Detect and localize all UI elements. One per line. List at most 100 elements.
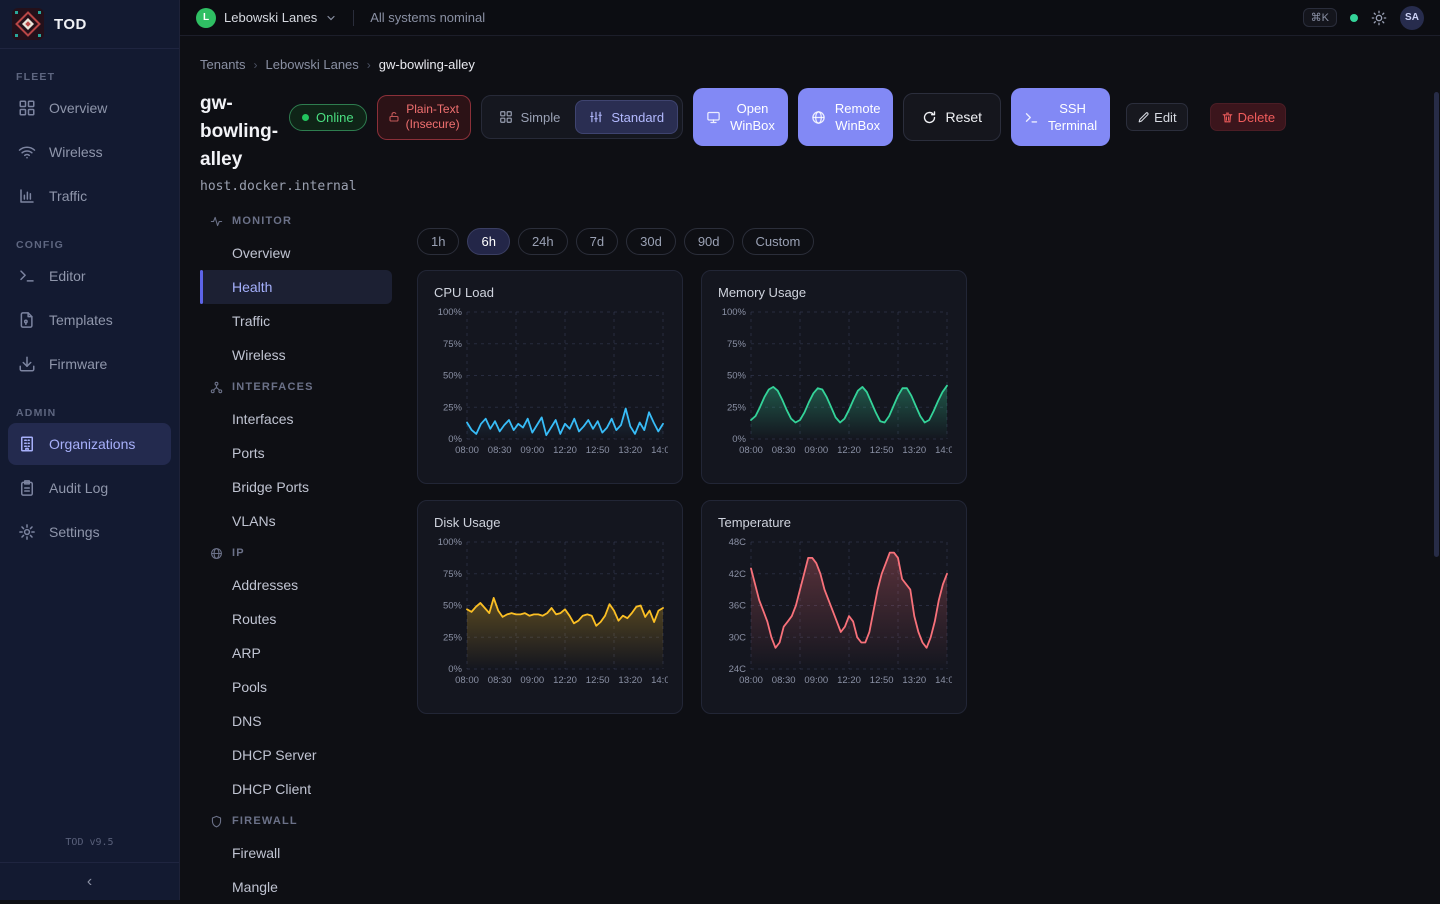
svg-text:14:00: 14:00 [935, 675, 952, 686]
sidebar-item-overview[interactable]: Overview [8, 87, 171, 129]
subnav-item-wireless[interactable]: Wireless [200, 338, 392, 372]
open-winbox-label-2: WinBox [730, 118, 775, 133]
sidebar-item-audit-log[interactable]: Audit Log [8, 467, 171, 509]
sidebar-section-config: CONFIG [0, 239, 179, 251]
time-range-90d[interactable]: 90d [684, 228, 734, 255]
view-mode-simple[interactable]: Simple [486, 100, 574, 134]
subnav-item-vlans[interactable]: VLANs [200, 504, 392, 538]
memory-usage-chart: 0%25%50%75%100%08:0008:3009:0012:2012:50… [718, 305, 952, 463]
subnav-item-ports[interactable]: Ports [200, 436, 392, 470]
logo-row: TOD [0, 0, 179, 49]
sidebar-item-editor[interactable]: Editor [8, 255, 171, 297]
svg-text:75%: 75% [443, 569, 463, 580]
sidebar-item-settings[interactable]: Settings [8, 511, 171, 553]
tenant-selector[interactable]: L Lebowski Lanes [196, 8, 337, 28]
time-range-selector: 1h 6h 24h 7d 30d 90d Custom [417, 228, 814, 255]
subnav-item-traffic[interactable]: Traffic [200, 304, 392, 338]
user-avatar[interactable]: SA [1400, 6, 1424, 30]
sidebar-item-label: Wireless [49, 144, 103, 160]
nodes-icon [210, 381, 223, 394]
subnav-item-bridge-ports[interactable]: Bridge Ports [200, 470, 392, 504]
delete-button[interactable]: Delete [1210, 103, 1287, 131]
time-range-6h[interactable]: 6h [467, 228, 509, 255]
subnav-item-dhcp-server[interactable]: DHCP Server [200, 738, 392, 772]
time-range-7d[interactable]: 7d [576, 228, 618, 255]
subnav-item-dns[interactable]: DNS [200, 704, 392, 738]
subnav-section-ip: IP [200, 538, 392, 568]
tenant-name: Lebowski Lanes [224, 10, 317, 25]
svg-text:12:20: 12:20 [553, 445, 577, 456]
breadcrumb: Tenants › Lebowski Lanes › gw-bowling-al… [200, 57, 475, 72]
svg-text:08:00: 08:00 [455, 445, 479, 456]
app-name: TOD [54, 16, 87, 33]
subnav-item-health[interactable]: Health [200, 270, 392, 304]
view-mode-standard[interactable]: Standard [575, 100, 678, 134]
refresh-icon [922, 110, 937, 125]
subnav-item-dhcp-client[interactable]: DHCP Client [200, 772, 392, 806]
subnav-item-mangle[interactable]: Mangle [200, 870, 392, 904]
svg-text:14:00: 14:00 [651, 445, 668, 456]
sidebar: TOD FLEETOverviewWirelessTrafficCONFIGEd… [0, 0, 180, 900]
subnav-item-interfaces[interactable]: Interfaces [200, 402, 392, 436]
trash-icon [1221, 111, 1234, 124]
sidebar-item-label: Firmware [49, 356, 107, 372]
sidebar-item-label: Traffic [49, 188, 87, 204]
sidebar-collapse-button[interactable]: ‹ [0, 862, 179, 900]
svg-text:13:20: 13:20 [902, 675, 926, 686]
device-toolbar: Online Plain-Text (Insecure) Simple [289, 88, 1286, 146]
chart-title: Disk Usage [434, 515, 666, 530]
cpu-load-chart: 0%25%50%75%100%08:0008:3009:0012:2012:50… [434, 305, 668, 463]
breadcrumb-separator: › [367, 58, 371, 72]
temperature-card: Temperature24C30C36C42C48C08:0008:3009:0… [701, 500, 967, 714]
status-badge-online: Online [289, 104, 367, 131]
open-winbox-button[interactable]: Open WinBox [693, 88, 788, 146]
svg-text:0%: 0% [448, 434, 462, 445]
svg-text:08:30: 08:30 [772, 675, 796, 686]
svg-text:42C: 42C [729, 569, 747, 580]
online-dot-icon [302, 114, 309, 121]
sidebar-item-label: Organizations [49, 436, 135, 452]
time-range-1h[interactable]: 1h [417, 228, 459, 255]
scrollbar-thumb[interactable] [1434, 92, 1439, 557]
sidebar-item-traffic[interactable]: Traffic [8, 175, 171, 217]
subnav-item-addresses[interactable]: Addresses [200, 568, 392, 602]
time-range-30d[interactable]: 30d [626, 228, 676, 255]
svg-text:08:00: 08:00 [739, 675, 763, 686]
ssh-terminal-button[interactable]: SSH Terminal [1011, 88, 1110, 146]
insecure-label-line1: Plain-Text [406, 102, 460, 117]
svg-text:14:00: 14:00 [935, 445, 952, 456]
breadcrumb-separator: › [254, 58, 258, 72]
svg-text:100%: 100% [438, 307, 463, 318]
grid-icon [499, 110, 513, 124]
theme-toggle-sun-icon[interactable] [1371, 10, 1387, 26]
terminal-icon [1024, 110, 1039, 125]
breadcrumb-tenants[interactable]: Tenants [200, 57, 246, 72]
sidebar-item-organizations[interactable]: Organizations [8, 423, 171, 465]
subnav-item-firewall[interactable]: Firewall [200, 836, 392, 870]
reset-button[interactable]: Reset [903, 93, 1001, 141]
svg-text:12:20: 12:20 [837, 445, 861, 456]
breadcrumb-tenant[interactable]: Lebowski Lanes [266, 57, 359, 72]
svg-text:08:30: 08:30 [488, 675, 512, 686]
terminal-icon [18, 267, 36, 285]
svg-text:0%: 0% [448, 664, 462, 675]
remote-winbox-button[interactable]: Remote WinBox [798, 88, 894, 146]
subnav-item-routes[interactable]: Routes [200, 602, 392, 636]
subnav-item-overview[interactable]: Overview [200, 236, 392, 270]
edit-button[interactable]: Edit [1126, 103, 1187, 131]
sidebar-item-wireless[interactable]: Wireless [8, 131, 171, 173]
temperature-chart: 24C30C36C42C48C08:0008:3009:0012:2012:50… [718, 535, 952, 693]
subnav-item-arp[interactable]: ARP [200, 636, 392, 670]
standard-label: Standard [611, 110, 664, 125]
time-range-24h[interactable]: 24h [518, 228, 568, 255]
command-k-shortcut[interactable]: ⌘K [1303, 8, 1337, 27]
remote-winbox-label-1: Remote [835, 101, 881, 116]
subnav-section-firewall: FIREWALL [200, 806, 392, 836]
svg-text:50%: 50% [443, 371, 463, 382]
sidebar-item-firmware[interactable]: Firmware [8, 343, 171, 385]
building-icon [18, 435, 36, 453]
time-range-custom[interactable]: Custom [742, 228, 815, 255]
sidebar-item-templates[interactable]: Templates [8, 299, 171, 341]
svg-text:25%: 25% [443, 402, 463, 413]
subnav-item-pools[interactable]: Pools [200, 670, 392, 704]
